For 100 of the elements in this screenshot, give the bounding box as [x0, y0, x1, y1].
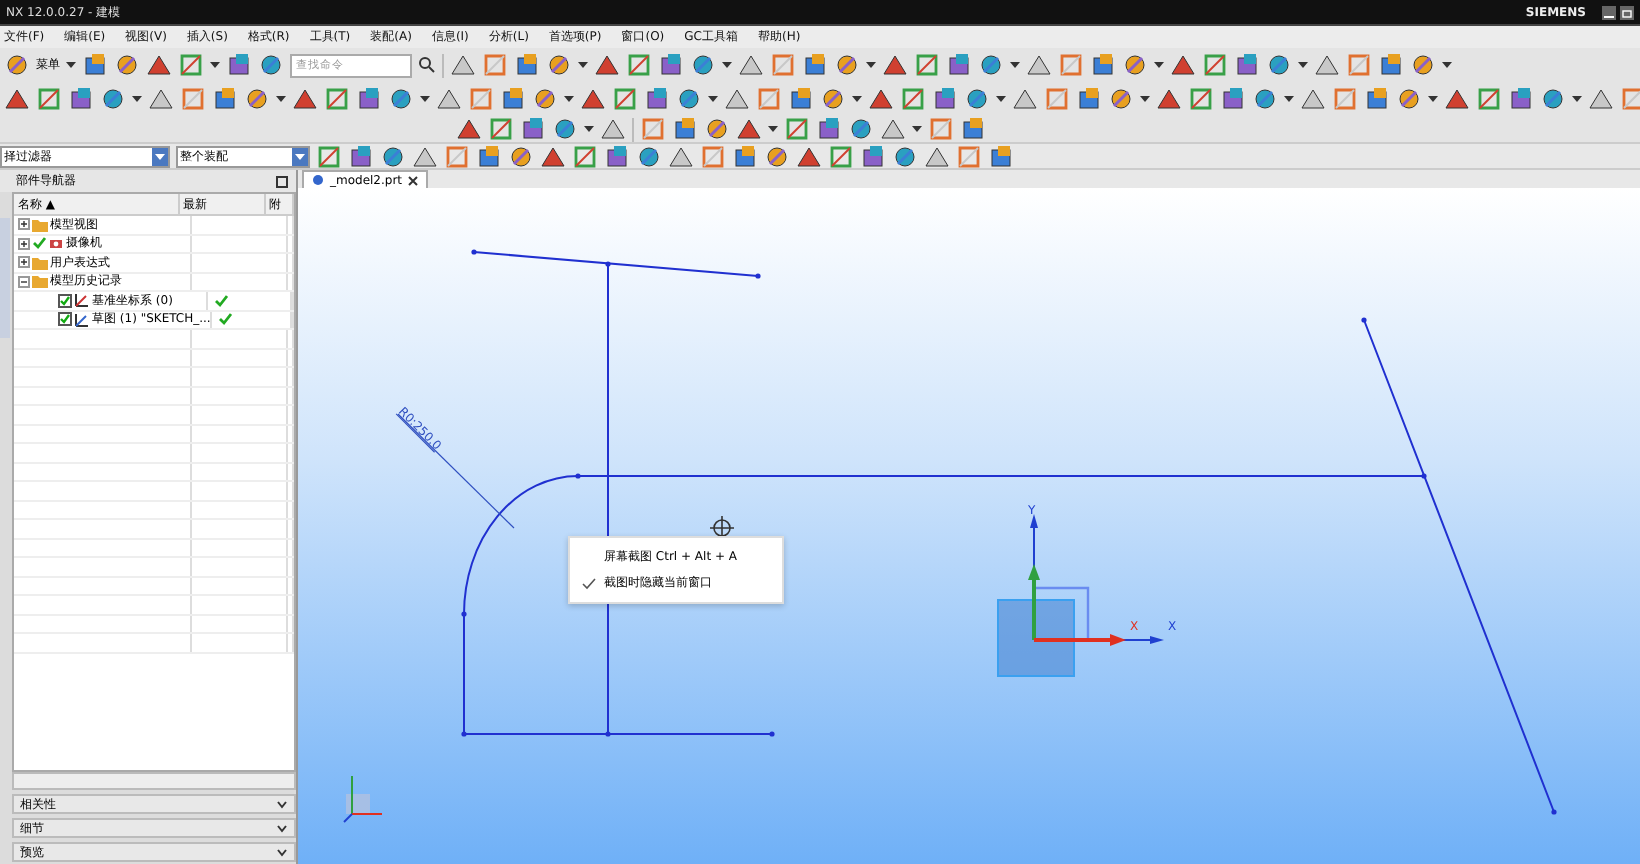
tool-icon[interactable]	[520, 116, 546, 142]
dropdown-caret-icon[interactable]	[132, 95, 142, 103]
tool-icon[interactable]	[636, 143, 662, 169]
tool-icon[interactable]	[178, 52, 204, 78]
dropdown-caret-icon[interactable]	[768, 125, 778, 133]
expand-icon[interactable]	[18, 237, 30, 250]
tool-icon[interactable]	[488, 116, 514, 142]
dropdown-caret-icon[interactable]	[1154, 61, 1164, 69]
tool-icon[interactable]	[68, 86, 94, 112]
tool-icon[interactable]	[36, 86, 62, 112]
tool-icon[interactable]	[1188, 86, 1214, 112]
dropdown-caret-icon[interactable]	[1284, 95, 1294, 103]
minimize-icon[interactable]	[1602, 5, 1616, 19]
close-icon[interactable]	[408, 175, 419, 185]
checkbox[interactable]	[58, 312, 72, 327]
tool-icon[interactable]	[612, 86, 638, 112]
tool-icon[interactable]	[1156, 86, 1182, 112]
tool-icon[interactable]	[816, 116, 842, 142]
tool-icon[interactable]	[1220, 86, 1246, 112]
restore-icon[interactable]	[1620, 5, 1634, 19]
tool-icon[interactable]	[788, 86, 814, 112]
maximize-icon[interactable]	[276, 175, 288, 187]
tool-icon[interactable]	[1508, 86, 1534, 112]
tool-icon[interactable]	[732, 143, 758, 169]
dropdown-caret-icon[interactable]	[564, 95, 574, 103]
tool-icon[interactable]	[572, 143, 598, 169]
expand-icon[interactable]	[18, 218, 30, 231]
tool-icon[interactable]	[658, 52, 684, 78]
tool-icon[interactable]	[946, 52, 972, 78]
tool-icon[interactable]	[828, 143, 854, 169]
tool-icon[interactable]	[1012, 86, 1038, 112]
tool-icon[interactable]	[1170, 52, 1196, 78]
tool-icon[interactable]	[764, 143, 790, 169]
tool-icon[interactable]	[1202, 52, 1228, 78]
tool-icon[interactable]	[1476, 86, 1502, 112]
tool-icon[interactable]	[1300, 86, 1326, 112]
tool-icon[interactable]	[388, 86, 414, 112]
tool-icon[interactable]	[988, 143, 1014, 169]
tool-icon[interactable]	[820, 86, 846, 112]
tool-icon[interactable]	[1378, 52, 1404, 78]
tool-icon[interactable]	[978, 52, 1004, 78]
tool-icon[interactable]	[436, 86, 462, 112]
expand-icon[interactable]	[18, 256, 30, 269]
tool-icon[interactable]	[932, 86, 958, 112]
tool-icon[interactable]	[4, 86, 30, 112]
dropdown-caret-icon[interactable]	[912, 125, 922, 133]
tool-icon[interactable]	[356, 86, 382, 112]
tool-icon[interactable]	[882, 52, 908, 78]
dropdown-caret-icon[interactable]	[1298, 61, 1308, 69]
tool-icon[interactable]	[834, 52, 860, 78]
tool-icon[interactable]	[508, 143, 534, 169]
tool-icon[interactable]	[82, 52, 108, 78]
tool-icon[interactable]	[148, 86, 174, 112]
tool-icon[interactable]	[690, 52, 716, 78]
dropdown-caret-icon[interactable]	[722, 61, 732, 69]
dropdown-caret-icon[interactable]	[276, 95, 286, 103]
dropdown-caret-icon[interactable]	[996, 95, 1006, 103]
tool-icon[interactable]	[450, 52, 476, 78]
dropdown-caret-icon[interactable]	[66, 61, 76, 69]
tool-icon[interactable]	[1252, 86, 1278, 112]
tool-icon[interactable]	[724, 86, 750, 112]
tool-icon[interactable]	[212, 86, 238, 112]
tool-icon[interactable]	[226, 52, 252, 78]
tool-icon[interactable]	[868, 86, 894, 112]
tool-icon[interactable]	[146, 52, 172, 78]
tool-icon[interactable]	[1122, 52, 1148, 78]
dropdown-caret-icon[interactable]	[1572, 95, 1582, 103]
tool-icon[interactable]	[860, 143, 886, 169]
tool-icon[interactable]	[1396, 86, 1422, 112]
tool-icon[interactable]	[552, 116, 578, 142]
tool-icon[interactable]	[4, 52, 30, 78]
tool-icon[interactable]	[348, 143, 374, 169]
dropdown-caret-icon[interactable]	[866, 61, 876, 69]
dropdown-caret-icon[interactable]	[852, 95, 862, 103]
tool-icon[interactable]	[1540, 86, 1566, 112]
tool-icon[interactable]	[848, 116, 874, 142]
dropdown-caret-icon[interactable]	[708, 95, 718, 103]
tool-icon[interactable]	[784, 116, 810, 142]
tool-icon[interactable]	[644, 86, 670, 112]
tool-icon[interactable]	[672, 116, 698, 142]
dropdown-caret-icon[interactable]	[1442, 61, 1452, 69]
tool-icon[interactable]	[1588, 86, 1614, 112]
tool-icon[interactable]	[546, 52, 572, 78]
tool-icon[interactable]	[324, 86, 350, 112]
tool-icon[interactable]	[292, 86, 318, 112]
tool-icon[interactable]	[1076, 86, 1102, 112]
tool-icon[interactable]	[900, 86, 926, 112]
search-icon[interactable]	[418, 56, 436, 74]
tool-icon[interactable]	[960, 116, 986, 142]
tool-icon[interactable]	[914, 52, 940, 78]
tool-icon[interactable]	[100, 86, 126, 112]
dropdown-caret-icon[interactable]	[1428, 95, 1438, 103]
dropdown-caret-icon[interactable]	[1140, 95, 1150, 103]
tool-icon[interactable]	[380, 143, 406, 169]
tool-icon[interactable]	[514, 52, 540, 78]
dropdown-caret-icon[interactable]	[210, 61, 220, 69]
tool-icon[interactable]	[580, 86, 606, 112]
tool-icon[interactable]	[1090, 52, 1116, 78]
tool-icon[interactable]	[258, 52, 284, 78]
tool-icon[interactable]	[244, 86, 270, 112]
